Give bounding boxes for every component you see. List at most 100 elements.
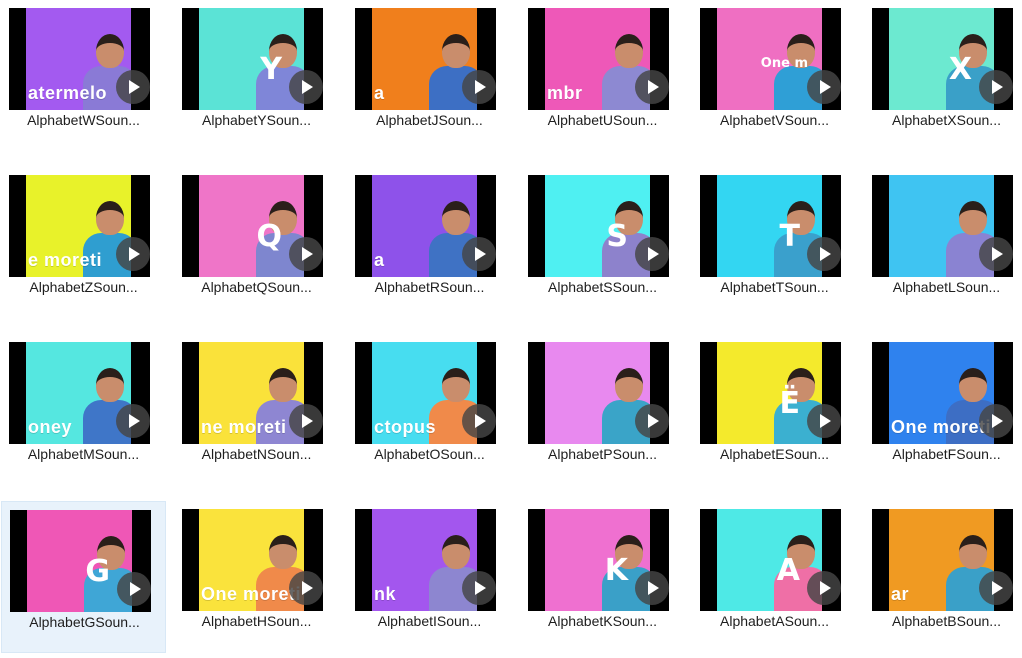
thumbnail-caption: a [374,250,385,270]
thumbnail-letter: Ë [779,386,801,421]
play-icon[interactable] [117,572,151,606]
video-file-tile[interactable]: nk AlphabetISoun... [347,501,512,653]
play-icon[interactable] [635,70,669,104]
play-icon[interactable] [979,70,1013,104]
play-icon[interactable] [462,70,496,104]
play-icon[interactable] [289,404,323,438]
video-thumbnail[interactable]: mbr [528,8,669,110]
video-file-tile[interactable]: e moreti AlphabetZSoun... [1,167,166,319]
video-file-tile[interactable]: K AlphabetKSoun... [520,501,685,653]
play-icon[interactable] [979,571,1013,605]
video-thumbnail[interactable]: G [10,510,151,612]
play-icon[interactable] [635,404,669,438]
video-file-tile[interactable]: G AlphabetGSoun... [1,501,166,653]
play-icon[interactable] [289,70,323,104]
video-file-tile[interactable]: Y AlphabetYSoun... [174,0,339,152]
video-thumbnail[interactable]: ar [872,509,1013,611]
video-file-tile[interactable]: S AlphabetSSoun... [520,167,685,319]
video-thumbnail[interactable]: One moreti [182,509,323,611]
thumbnail-frame: K [545,509,650,611]
play-icon[interactable] [289,237,323,271]
file-name-label: AlphabetJSoun... [376,112,483,128]
play-icon[interactable] [807,70,841,104]
thumbnail-letter: X [948,52,972,87]
video-file-tile[interactable]: ctopus AlphabetOSoun... [347,334,512,486]
thumbnail-caption: atermelo [28,83,108,103]
thumbnail-caption: mbr [547,83,583,103]
thumbnail-caption: oney [28,417,73,437]
video-thumbnail[interactable]: One moreti [872,342,1013,444]
video-file-tile[interactable]: Q AlphabetQSoun... [174,167,339,319]
video-file-tile[interactable]: One m AlphabetVSoun... [692,0,857,152]
file-name-label: AlphabetLSoun... [892,279,1001,295]
play-icon[interactable] [462,237,496,271]
video-file-tile[interactable]: AlphabetPSoun... [520,334,685,486]
file-name-label: AlphabetXSoun... [892,112,1001,128]
video-thumbnail[interactable]: One m [700,8,841,110]
thumbnail-letter: One m [760,56,808,71]
video-thumbnail[interactable]: e moreti [9,175,150,277]
play-icon[interactable] [979,404,1013,438]
file-name-label: AlphabetHSoun... [201,613,312,629]
thumbnail-caption: e moreti [28,250,103,270]
video-file-tile[interactable]: Ë AlphabetESoun... [692,334,857,486]
video-file-tile[interactable]: One moreti AlphabetFSoun... [864,334,1022,486]
play-icon[interactable] [462,404,496,438]
video-thumbnail[interactable]: a [355,8,496,110]
thumbnail-frame: ne moreti [199,342,304,444]
thumbnail-frame: S [545,175,650,277]
video-thumbnail[interactable]: Y [182,8,323,110]
video-file-tile[interactable]: atermelo AlphabetWSoun... [1,0,166,152]
thumbnail-frame: G [27,510,132,612]
thumbnail-frame [889,175,994,277]
thumbnail-frame: e moreti [26,175,131,277]
video-thumbnail[interactable]: oney [9,342,150,444]
thumbnail-frame: ctopus [372,342,477,444]
video-file-tile[interactable]: mbr AlphabetUSoun... [520,0,685,152]
play-icon[interactable] [807,237,841,271]
file-grid: atermelo AlphabetWSoun... Y AlphabetYSoun..… [0,0,1022,658]
play-icon[interactable] [807,404,841,438]
video-file-tile[interactable]: a AlphabetJSoun... [347,0,512,152]
thumbnail-letter: A [776,553,800,588]
video-thumbnail[interactable]: K [528,509,669,611]
thumbnail-frame: mbr [545,8,650,110]
video-file-tile[interactable]: A AlphabetASoun... [692,501,857,653]
video-thumbnail[interactable] [872,175,1013,277]
file-name-label: AlphabetTSoun... [720,279,829,295]
video-file-tile[interactable]: a AlphabetRSoun... [347,167,512,319]
video-thumbnail[interactable]: ctopus [355,342,496,444]
play-icon[interactable] [807,571,841,605]
video-thumbnail[interactable]: atermelo [9,8,150,110]
thumbnail-caption: ctopus [374,417,437,437]
video-file-tile[interactable]: ar AlphabetBSoun... [864,501,1022,653]
video-thumbnail[interactable]: T [700,175,841,277]
play-icon[interactable] [979,237,1013,271]
video-thumbnail[interactable]: Q [182,175,323,277]
video-thumbnail[interactable]: S [528,175,669,277]
play-icon[interactable] [116,404,150,438]
play-icon[interactable] [116,70,150,104]
video-file-tile[interactable]: oney AlphabetMSoun... [1,334,166,486]
play-icon[interactable] [635,571,669,605]
video-file-tile[interactable]: T AlphabetTSoun... [692,167,857,319]
video-file-tile[interactable]: X AlphabetXSoun... [864,0,1022,152]
file-name-label: AlphabetFSoun... [892,446,1001,462]
video-file-tile[interactable]: ne moreti AlphabetNSoun... [174,334,339,486]
play-icon[interactable] [116,237,150,271]
video-file-tile[interactable]: One moreti AlphabetHSoun... [174,501,339,653]
video-thumbnail[interactable]: Ë [700,342,841,444]
file-name-label: AlphabetKSoun... [548,613,657,629]
video-file-tile[interactable]: AlphabetLSoun... [864,167,1022,319]
video-thumbnail[interactable]: X [872,8,1013,110]
play-icon[interactable] [635,237,669,271]
video-thumbnail[interactable]: nk [355,509,496,611]
thumbnail-caption: One moreti [891,417,992,437]
video-thumbnail[interactable] [528,342,669,444]
play-icon[interactable] [462,571,496,605]
thumbnail-letter: Q [256,219,282,254]
play-icon[interactable] [289,571,323,605]
video-thumbnail[interactable]: ne moreti [182,342,323,444]
video-thumbnail[interactable]: A [700,509,841,611]
video-thumbnail[interactable]: a [355,175,496,277]
